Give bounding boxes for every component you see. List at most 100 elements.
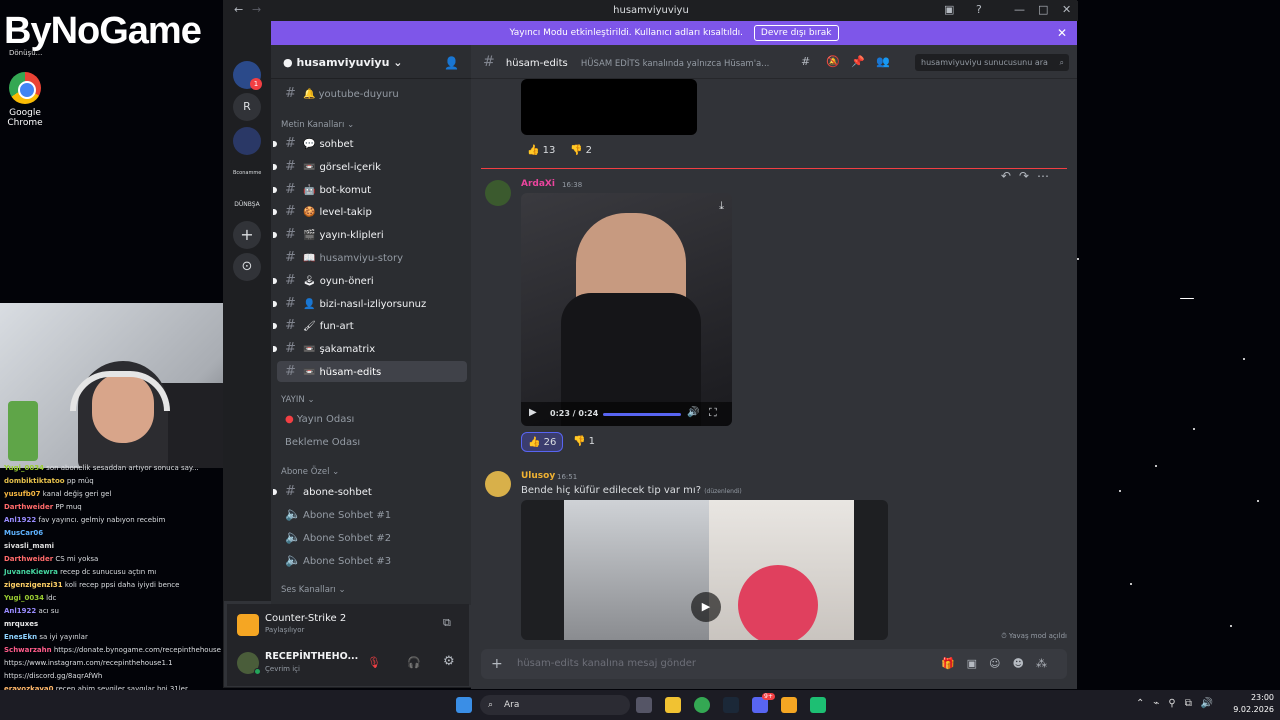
minimize-icon[interactable]: — (1014, 3, 1025, 16)
deafen-icon[interactable]: 🎧 (407, 656, 421, 669)
voice-channel-bekleme-odasi[interactable]: Bekleme Odası (277, 432, 467, 453)
maximize-icon[interactable]: □ (1038, 3, 1048, 16)
file-explorer-icon[interactable] (665, 697, 681, 713)
reaction-thumbs-up[interactable]: 👍 13 (521, 141, 561, 161)
play-icon[interactable]: ▶ (529, 407, 537, 418)
chat-message: sa iyi yayınlar (39, 633, 88, 641)
threads-icon[interactable]: # (801, 45, 810, 79)
message-author[interactable]: ArdaXi (521, 179, 555, 189)
pin-icon[interactable]: 📌 (851, 45, 865, 79)
video-embed-previous[interactable] (521, 79, 697, 135)
channel-label: husamviyu-story (319, 253, 404, 264)
steam-icon[interactable] (723, 697, 739, 713)
task-view-icon[interactable] (636, 697, 652, 713)
app-taskbar-icon[interactable] (810, 697, 826, 713)
message-composer[interactable]: + hüsam-edits kanalına mesaj gönder 🎁▣☺☻… (481, 649, 1067, 679)
volume-icon[interactable]: 🔊 (687, 407, 699, 418)
chrome-taskbar-icon[interactable] (694, 697, 710, 713)
chat-username: Darthweider (4, 503, 54, 511)
star (1155, 465, 1157, 467)
notification-bell-icon[interactable]: 🔕 (826, 45, 840, 79)
channel-şakamatrix[interactable]: # 📼 şakamatrix (273, 338, 467, 359)
video-embed-ardaxi[interactable]: ⤓ ▶ 0:23 / 0:24 🔊 ⛶ (521, 193, 732, 426)
screen-share-icon[interactable]: ⧉ (443, 616, 451, 630)
settings-gear-icon[interactable]: ⚙ (443, 654, 455, 669)
composer-tools-icons[interactable]: 🎁▣☺☻⁂ (941, 649, 1059, 679)
channel-fun-art[interactable]: # 🖌 fun-art (273, 315, 467, 336)
channel-hüsam-edits[interactable]: # 📼 hüsam-edits (277, 361, 467, 382)
channel-görsel-içerik[interactable]: # 📼 görsel-içerik (273, 156, 467, 177)
category-abone-ozel[interactable]: Abone Özel ⌄ (281, 467, 339, 477)
unread-dot (273, 323, 277, 330)
search-input[interactable]: husamviyuviyu sunucusunu ara ⌕ (915, 54, 1069, 71)
category-label: YAYIN (281, 395, 305, 405)
server-dunbsa[interactable]: DÜNBŞA (233, 191, 261, 219)
star (1257, 500, 1259, 502)
avatar-ardaxi[interactable] (485, 180, 511, 206)
system-tray-icons[interactable]: ⌃⌁⚲⧉🔊 (1136, 698, 1222, 709)
fullscreen-icon[interactable]: ⛶ (709, 406, 717, 420)
clock-time[interactable]: 23:00 (1234, 693, 1274, 702)
message-author[interactable]: Ulusoy (521, 471, 555, 481)
chat-line: Yugi_0034 son abonelik sesaddan artıyor … (4, 462, 225, 475)
mic-muted-icon[interactable]: 🎙 (367, 656, 381, 669)
server-avatar-2[interactable] (233, 127, 261, 155)
search-icon: ⌕ (1059, 58, 1064, 67)
member-list-icon[interactable]: 👥 (876, 45, 890, 79)
reaction-thumbs-down[interactable]: 👎 1 (567, 432, 601, 452)
channel-bizi-nasıl-izliyorsunuz[interactable]: # 👤 bizi-nasıl-izliyorsunuz (273, 293, 467, 314)
channel-youtube-duyuru[interactable]: # 🔔 youtube-duyuru (277, 83, 467, 104)
disable-streamer-mode-button[interactable]: Devre dışı bırak (753, 25, 839, 41)
video-progress[interactable] (603, 413, 681, 416)
server-bconamme[interactable]: Bconamme (233, 159, 261, 187)
guild-header[interactable]: ● husamviyuviyu ⌄ 👤 (271, 45, 471, 79)
chat-username: Yugi_0034 (4, 594, 44, 602)
add-server-icon[interactable]: + (233, 221, 261, 249)
download-icon[interactable]: ⤓ (719, 199, 724, 213)
chat-line: mrquxes (4, 618, 225, 631)
channel-sohbet[interactable]: # 💬 sohbet (273, 133, 467, 154)
channel-label: hüsam-edits (319, 367, 382, 378)
reaction-thumbs-down[interactable]: 👎 2 (564, 141, 598, 161)
channel-level-takip[interactable]: # 🍪 level-takip (273, 201, 467, 222)
channel-oyun-öneri[interactable]: # 🕹 oyun-öneri (273, 270, 467, 291)
taskbar-search[interactable]: ⌕ Ara (480, 695, 630, 715)
voice-channel-abone-1[interactable]: 🔈 Abone Sohbet #1 (277, 504, 467, 525)
invite-icon[interactable]: 👤 (444, 56, 459, 70)
inbox-icon[interactable]: ▣ (944, 3, 954, 16)
video-play-button[interactable]: ▶ (691, 592, 721, 622)
explore-icon[interactable]: ⊙ (233, 253, 261, 281)
channel-abone-sohbet[interactable]: # abone-sohbet (273, 481, 467, 502)
channel-bot-komut[interactable]: # 🤖 bot-komut (273, 179, 467, 200)
voice-channel-abone-2[interactable]: 🔈 Abone Sohbet #2 (277, 527, 467, 548)
voice-channel-yayin-odasi[interactable]: ● Yayın Odası (277, 409, 467, 430)
category-voice[interactable]: Ses Kanalları ⌄ (281, 585, 346, 595)
category-text-channels[interactable]: Metin Kanalları ⌄ (281, 120, 354, 130)
channel-husamviyu-story[interactable]: # 📖 husamviyu-story (277, 247, 467, 268)
banner-close-icon[interactable]: ✕ (1057, 21, 1067, 45)
hash-icon: # (285, 272, 296, 288)
activity-status: Paylaşılıyor (265, 626, 305, 634)
clock-date[interactable]: 9.02.2026 (1224, 705, 1274, 714)
cs2-taskbar-icon[interactable] (781, 697, 797, 713)
category-stream[interactable]: YAYIN ⌄ (281, 395, 315, 405)
chat-message: kanal değiş geri gel (42, 490, 112, 498)
voice-channel-abone-3[interactable]: 🔈 Abone Sohbet #3 (277, 550, 467, 571)
online-status-dot (254, 668, 261, 675)
unread-dot (273, 163, 277, 170)
reaction-thumbs-up-me[interactable]: 👍 26 (521, 432, 564, 452)
close-icon[interactable]: ✕ (1062, 3, 1071, 16)
channel-topic[interactable]: HÜSAM EDİTS kanalında yalnızca Hüsam'a..… (581, 59, 769, 69)
server-r[interactable]: R (233, 93, 261, 121)
help-icon[interactable]: ? (976, 3, 982, 16)
video-embed-ulusoy[interactable]: ▶ (521, 500, 888, 640)
start-icon[interactable] (456, 697, 472, 713)
channel-yayın-klipleri[interactable]: # 🎬 yayın-klipleri (273, 224, 467, 245)
add-attachment-icon[interactable]: + (491, 649, 503, 679)
channel-emoji: 📖 (303, 253, 316, 264)
video-hijab (738, 565, 818, 640)
message-actions[interactable]: ↶↷⋯ (1001, 169, 1057, 183)
channel-emoji: 🕹 (303, 275, 316, 287)
avatar-ulusoy[interactable] (485, 471, 511, 497)
desktop-chrome-shortcut[interactable]: Google Chrome (0, 72, 55, 128)
